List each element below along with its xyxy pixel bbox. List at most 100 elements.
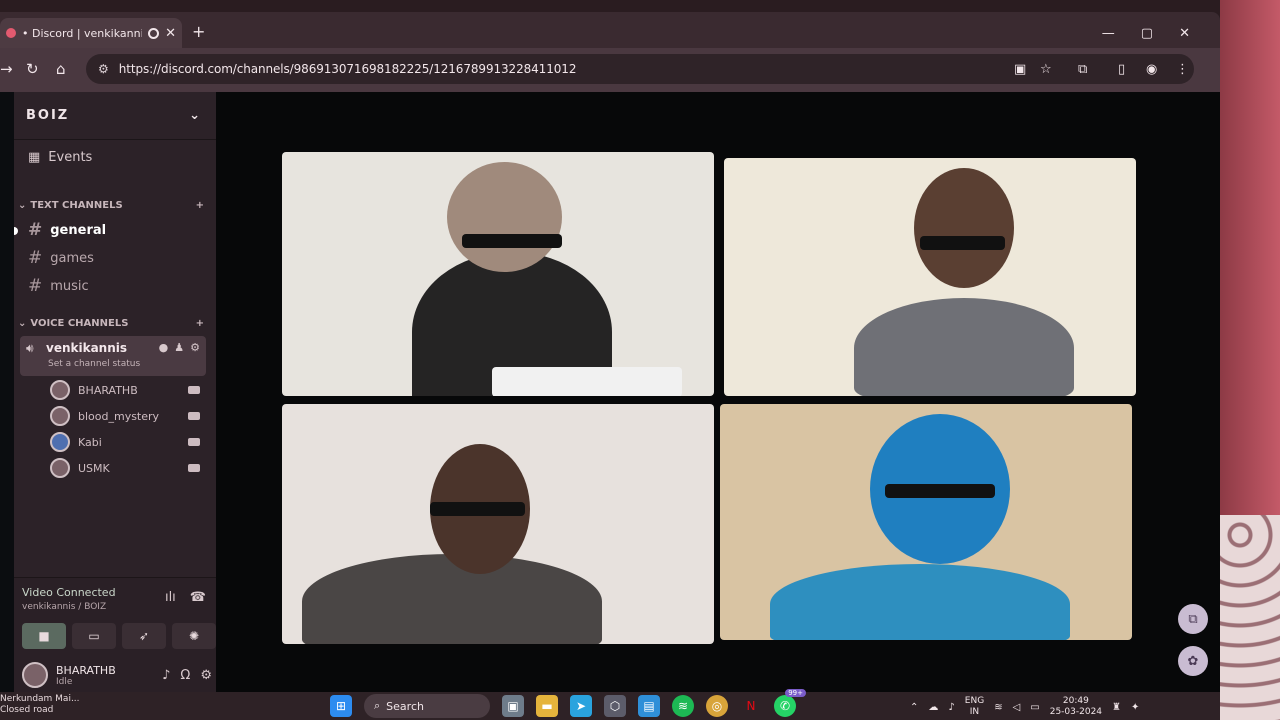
microphone-icon[interactable]: ♪	[162, 668, 170, 683]
browser-menu-icon[interactable]: ⋮	[1176, 62, 1189, 77]
connection-status[interactable]: Video Connected	[22, 586, 116, 599]
weather-widget[interactable]: Nerkundam Mai... Closed road	[0, 694, 80, 716]
recording-indicator-icon	[148, 27, 160, 39]
netflix-icon[interactable]: N	[740, 695, 762, 717]
address-bar[interactable]: ⚙ https://discord.com/channels/986913071…	[86, 54, 1194, 84]
telegram-icon[interactable]: ➤	[570, 695, 592, 717]
hash-icon: #	[28, 248, 43, 268]
tab-close-button[interactable]: ✕	[165, 26, 182, 41]
person-head	[447, 162, 562, 272]
avatar	[50, 432, 70, 452]
member-name: Kabi	[78, 435, 102, 449]
site-settings-icon[interactable]: ⚙	[98, 62, 109, 76]
add-channel-plus-icon[interactable]: +	[196, 318, 204, 329]
language-indicator[interactable]: ENG IN	[965, 696, 984, 718]
app-icon[interactable]: ⬡	[604, 695, 626, 717]
restore-button[interactable]: ▢	[1141, 26, 1153, 41]
voice-channels-category[interactable]: ⌄ VOICE CHANNELS +	[18, 318, 204, 329]
windows-start-icon[interactable]: ⊞	[330, 695, 352, 717]
calculator-icon[interactable]: ▤	[638, 695, 660, 717]
laptop-screen: • Discord | venkikannis | B O ✕ + — ▢ ✕ …	[0, 12, 1220, 720]
text-channels-category[interactable]: ⌄ TEXT CHANNELS +	[18, 200, 204, 211]
noise-suppression-icon[interactable]: ılı	[165, 590, 176, 605]
user-status: Idle	[56, 676, 73, 687]
clock-date: 25-03-2024	[1049, 707, 1103, 717]
wifi-icon[interactable]: ≋	[994, 702, 1002, 713]
events-item[interactable]: ▦ Events	[28, 150, 92, 165]
reload-icon[interactable]: ↻	[26, 60, 39, 78]
voice-member-row[interactable]: USMK	[50, 458, 200, 478]
camera-in-use-icon[interactable]: ▣	[1014, 62, 1026, 77]
connection-location[interactable]: venkikannis / BOIZ	[22, 602, 106, 612]
volume-icon[interactable]: ◁	[1013, 702, 1021, 713]
channel-status-prompt[interactable]: Set a channel status	[48, 359, 140, 369]
tab-title: • Discord | venkikannis | B O	[22, 26, 142, 40]
video-tile-1[interactable]	[282, 152, 714, 396]
profile-avatar-icon[interactable]: ◉	[1146, 62, 1157, 77]
background-wall	[1220, 0, 1280, 520]
soundboard-button[interactable]: ✺	[172, 623, 216, 649]
voice-member-row[interactable]: BHARATHB	[50, 380, 200, 400]
home-icon[interactable]: ⌂	[56, 60, 66, 78]
copilot-icon[interactable]: ✦	[1131, 702, 1139, 713]
camera-toggle-button[interactable]: ■	[22, 623, 66, 649]
search-icon: ⌕	[374, 699, 381, 712]
pop-out-icon[interactable]: ⧉	[1178, 604, 1208, 634]
search-label: Search	[386, 699, 424, 713]
spotify-icon[interactable]: ≋	[672, 695, 694, 717]
avatar	[50, 458, 70, 478]
user-panel[interactable]: BHARATHB Idle ♪ Ω ⚙	[22, 662, 212, 688]
channel-name: games	[50, 250, 94, 266]
activity-rocket-button[interactable]: ➶	[122, 623, 166, 649]
bookmark-star-icon[interactable]: ☆	[1040, 62, 1052, 77]
headphones-icon[interactable]: Ω	[180, 668, 190, 683]
activity-icon[interactable]: ✿	[1178, 646, 1208, 676]
video-tile-2[interactable]	[724, 158, 1136, 396]
avatar	[50, 406, 70, 426]
disconnect-icon[interactable]: ☎	[190, 590, 206, 605]
forward-icon[interactable]: →	[0, 60, 13, 78]
server-header[interactable]: BOIZ ⌄	[14, 92, 216, 140]
chevron-up-icon[interactable]: ⌃	[910, 702, 918, 713]
chat-bubble-icon[interactable]: ●	[159, 341, 169, 354]
video-tile-3[interactable]	[282, 404, 714, 644]
whatsapp-icon[interactable]: ✆ 99+	[774, 689, 806, 717]
browser-tab-discord[interactable]: • Discord | venkikannis | B O ✕	[0, 18, 182, 48]
background-cloth	[1220, 515, 1280, 720]
notification-bell-icon[interactable]: ♜	[1112, 702, 1121, 713]
channel-music[interactable]: # music	[28, 276, 89, 296]
minimize-button[interactable]: —	[1102, 26, 1115, 41]
voice-member-row[interactable]: Kabi	[50, 432, 200, 452]
close-window-button[interactable]: ✕	[1179, 26, 1190, 41]
system-clock[interactable]: 20:49 25-03-2024	[1050, 696, 1102, 718]
file-explorer-icon[interactable]: ▬	[536, 695, 558, 717]
battery-icon[interactable]: ▭	[1030, 702, 1039, 713]
url-text[interactable]: https://discord.com/channels/98691307169…	[119, 62, 1194, 76]
member-name: USMK	[78, 461, 110, 475]
clock-time: 20:49	[1062, 696, 1089, 706]
hash-icon: #	[28, 220, 43, 240]
gear-icon[interactable]: ⚙	[190, 341, 200, 354]
sunglasses	[885, 484, 995, 498]
camera-icon	[188, 438, 200, 446]
invite-user-icon[interactable]: ♟	[174, 341, 184, 354]
screen-share-button[interactable]: ▭	[72, 623, 116, 649]
person	[854, 298, 1074, 396]
add-channel-plus-icon[interactable]: +	[196, 200, 204, 211]
cloud-icon[interactable]: ☁	[928, 702, 938, 713]
channel-games[interactable]: # games	[28, 248, 94, 268]
channel-general[interactable]: # general	[14, 220, 106, 240]
video-tile-4[interactable]	[720, 404, 1132, 640]
task-view-icon[interactable]: ▣	[502, 695, 524, 717]
voice-channel-venkikannis[interactable]: 🔊︎ venkikannis Set a channel status ● ♟ …	[20, 336, 206, 376]
side-panel-icon[interactable]: ▯	[1118, 62, 1125, 77]
taskbar-search[interactable]: ⌕ Search	[364, 694, 490, 718]
new-tab-button[interactable]: +	[192, 22, 205, 41]
chevron-down-icon: ⌄	[189, 108, 202, 123]
voice-member-row[interactable]: blood_mystery	[50, 406, 200, 426]
gear-icon[interactable]: ⚙	[200, 668, 212, 683]
extensions-icon[interactable]: ⧉	[1078, 62, 1087, 77]
microphone-icon[interactable]: ♪	[948, 702, 954, 713]
discord-app: BOIZ ⌄ ▦ Events ⌄ TEXT CHANNELS + # gener…	[0, 92, 1220, 692]
chrome-icon[interactable]: ◎	[706, 695, 728, 717]
